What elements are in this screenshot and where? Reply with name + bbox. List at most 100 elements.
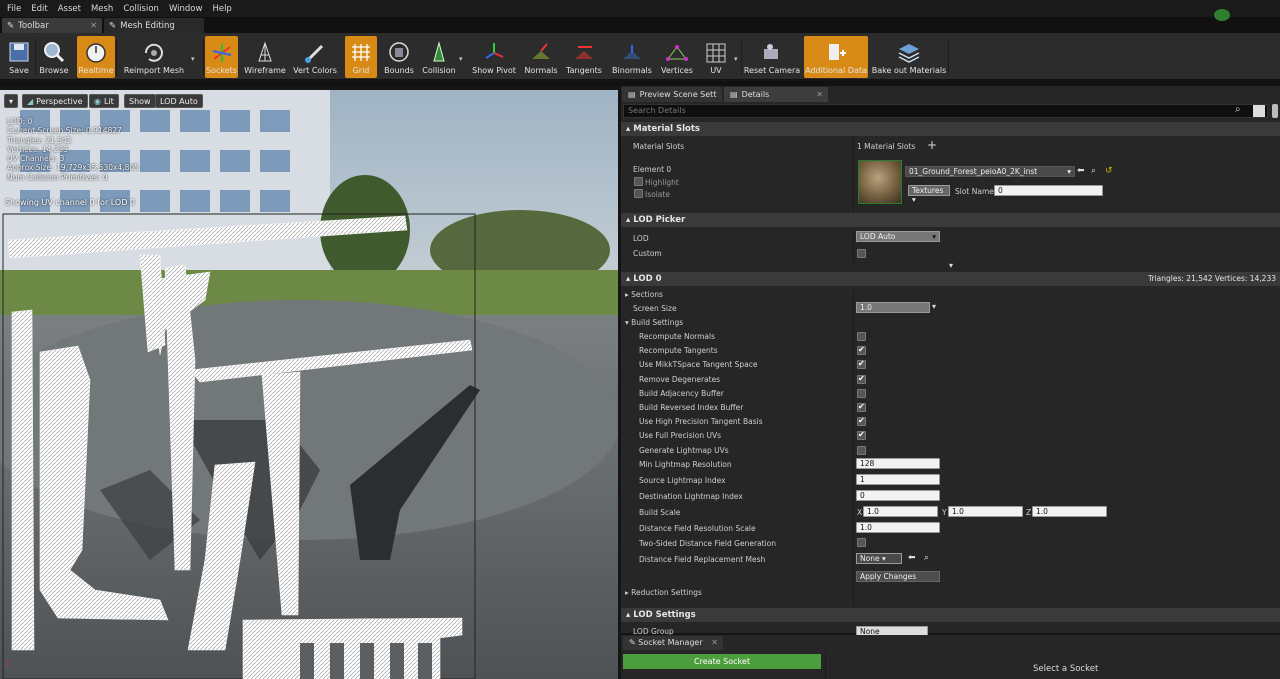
add-slot-icon[interactable]: +: [927, 138, 937, 152]
resetcamera-button[interactable]: Reset Camera: [744, 36, 800, 78]
build-scale-x-field[interactable]: 1.0: [863, 506, 938, 517]
binormals-button[interactable]: Binormals: [610, 36, 654, 78]
vertcolors-label: Vert Colors: [293, 66, 337, 75]
grid-button[interactable]: Grid: [345, 36, 377, 78]
vertices-button[interactable]: Vertices: [658, 36, 696, 78]
showpivot-button[interactable]: Show Pivot: [470, 36, 518, 78]
tab-preview-scene-settings[interactable]: ▤ Preview Scene Sett: [622, 87, 722, 102]
chevron-down-icon[interactable]: ▾: [459, 55, 463, 63]
menu-edit[interactable]: Edit: [26, 4, 52, 14]
lod-auto-button[interactable]: LOD Auto: [155, 94, 203, 108]
browse-magnifier-icon[interactable]: ⌕: [924, 553, 929, 563]
build-setting-checkbox[interactable]: [857, 416, 866, 427]
chevron-down-icon[interactable]: ▾: [191, 55, 195, 63]
reduction-settings-row[interactable]: ▸ Reduction Settings: [625, 588, 702, 597]
save-button[interactable]: Save: [4, 36, 34, 78]
reimport-button[interactable]: Reimport Mesh: [118, 36, 190, 78]
realtime-button[interactable]: Realtime: [77, 36, 115, 78]
show-button[interactable]: Show: [124, 94, 156, 108]
build-setting-checkbox[interactable]: [857, 430, 866, 441]
slot-name-field[interactable]: 0: [994, 185, 1103, 196]
build-setting-checkbox[interactable]: [857, 445, 866, 455]
build-scale-y-field[interactable]: 1.0: [948, 506, 1023, 517]
menu-window[interactable]: Window: [164, 4, 208, 14]
build-scale-z-field[interactable]: 1.0: [1032, 506, 1107, 517]
close-icon[interactable]: ✕: [816, 90, 823, 99]
screen-size-field[interactable]: 1.0: [856, 302, 930, 313]
destination-lightmap-field[interactable]: 0: [856, 490, 940, 501]
bounds-button[interactable]: Bounds: [382, 36, 416, 78]
apply-changes-button[interactable]: Apply Changes: [856, 571, 940, 582]
scrollbar[interactable]: [1272, 104, 1278, 118]
perspective-button[interactable]: ◢ Perspective: [22, 94, 88, 108]
chevron-down-icon[interactable]: ▾: [932, 302, 936, 311]
chevron-down-icon[interactable]: ▾: [734, 55, 738, 63]
viewport-options-button[interactable]: ▾: [4, 94, 18, 108]
browse-button[interactable]: Browse: [38, 36, 70, 78]
lod-settings-section[interactable]: ▴ LOD Settings: [621, 608, 1280, 622]
tab-mesh-editing-label: Mesh Editing: [120, 20, 175, 31]
df-resolution-value: 1.0: [860, 523, 872, 532]
browse-magnifier-icon[interactable]: ⌕: [1091, 166, 1096, 176]
vertcolors-button[interactable]: Vert Colors: [293, 36, 337, 78]
menu-help[interactable]: Help: [207, 4, 236, 14]
custom-checkbox[interactable]: [857, 249, 866, 258]
source-lightmap-value: 1: [860, 475, 865, 484]
source-lightmap-field[interactable]: 1: [856, 474, 940, 485]
highlight-checkbox[interactable]: [634, 177, 643, 186]
tab-mesh-editing[interactable]: ✎ Mesh Editing: [104, 18, 204, 33]
use-selected-arrow-icon[interactable]: ⬅: [908, 553, 916, 563]
min-lightmap-field[interactable]: 128: [856, 458, 940, 469]
sockets-button[interactable]: Sockets: [205, 36, 238, 78]
build-setting-checkbox[interactable]: [857, 359, 866, 370]
material-slots-section[interactable]: ▴ Material Slots: [621, 122, 1280, 136]
build-setting-checkbox[interactable]: [857, 388, 866, 398]
menu-asset[interactable]: Asset: [53, 4, 86, 14]
search-icon[interactable]: ⌕: [1235, 104, 1241, 115]
bake-button[interactable]: Bake out Materials: [872, 36, 946, 78]
view-options-icon[interactable]: [1253, 105, 1265, 117]
additional-label: Additional Data: [805, 66, 867, 75]
build-setting-checkbox[interactable]: [857, 332, 866, 341]
tab-toolbar[interactable]: ✎ Toolbar ✕: [2, 18, 102, 33]
mesh-viewport[interactable]: ▾ ◢ Perspective ◉ Lit Show LOD Auto LOD: 0…: [0, 90, 618, 679]
use-selected-arrow-icon[interactable]: ⬅: [1077, 166, 1085, 176]
lod-picker-section[interactable]: ▴ LOD Picker: [621, 213, 1280, 227]
sections-row[interactable]: ▸ Sections: [625, 290, 663, 299]
build-setting-checkbox[interactable]: [857, 402, 866, 412]
close-icon[interactable]: ✕: [711, 638, 718, 647]
build-settings-row[interactable]: ▾ Build Settings: [625, 318, 683, 327]
highlight-label: Highlight: [645, 178, 679, 187]
normals-button[interactable]: Normals: [523, 36, 559, 78]
isolate-checkbox[interactable]: [634, 189, 643, 198]
lod-auto-label: LOD Auto: [160, 96, 198, 106]
tab-details[interactable]: ▤ Details ✕: [724, 87, 828, 102]
details-search-input[interactable]: Search Details: [623, 104, 1268, 118]
material-slots-label: Material Slots: [633, 142, 685, 151]
close-icon[interactable]: ✕: [90, 21, 97, 30]
menu-mesh[interactable]: Mesh: [86, 4, 118, 14]
lod0-section[interactable]: ▴ LOD 0 Triangles: 21,542 Vertices: 14,23…: [621, 272, 1280, 286]
two-sided-df-checkbox[interactable]: [857, 538, 866, 547]
view-mode-button[interactable]: ◉ Lit: [89, 94, 119, 108]
collision-button[interactable]: Collision: [420, 36, 458, 78]
lod-dropdown[interactable]: LOD Auto ▾: [856, 231, 940, 242]
tab-socket-manager[interactable]: ✎ Socket Manager ✕: [623, 636, 723, 650]
textures-dropdown[interactable]: Textures ▾: [908, 185, 950, 204]
create-socket-button[interactable]: Create Socket: [623, 654, 821, 669]
tangents-button[interactable]: Tangents: [564, 36, 604, 78]
df-resolution-field[interactable]: 1.0: [856, 522, 940, 533]
df-replacement-mesh-dropdown[interactable]: None ▾: [856, 553, 902, 564]
material-dropdown[interactable]: 01_Ground_Forest_peioA0_2K_inst ▾: [905, 166, 1075, 177]
df-replacement-mesh-label: Distance Field Replacement Mesh: [639, 555, 766, 564]
expand-chevron-icon[interactable]: ▾: [949, 261, 953, 270]
menu-file[interactable]: File: [2, 4, 26, 14]
build-setting-checkbox[interactable]: [857, 374, 866, 384]
uv-button[interactable]: UV: [699, 36, 733, 78]
material-thumbnail[interactable]: [858, 160, 902, 204]
wireframe-button[interactable]: Wireframe: [243, 36, 287, 78]
menu-collision[interactable]: Collision: [118, 4, 164, 14]
additional-button[interactable]: Additional Data: [804, 36, 868, 78]
reset-icon[interactable]: ↺: [1105, 166, 1113, 176]
build-setting-checkbox[interactable]: [857, 345, 866, 356]
